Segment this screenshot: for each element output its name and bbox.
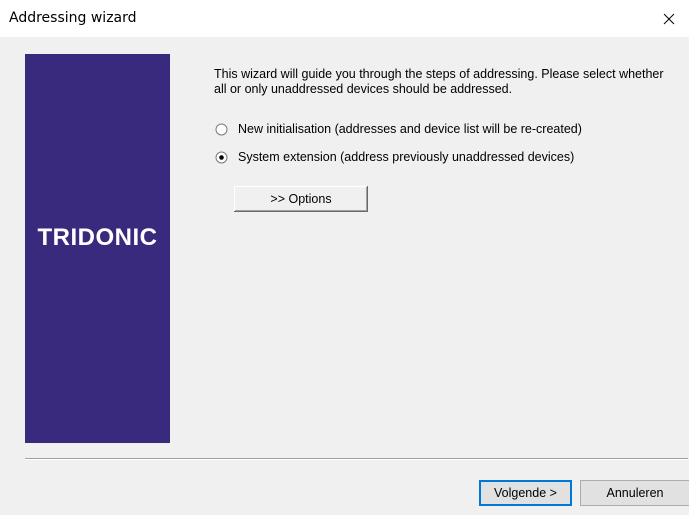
- radio-unchecked-icon[interactable]: [215, 123, 228, 136]
- radio-system-extension[interactable]: System extension (address previously una…: [215, 149, 574, 165]
- tridonic-logo: TRIDONIC: [37, 224, 158, 251]
- options-button[interactable]: >> Options: [234, 186, 368, 212]
- title-bar: Addressing wizard: [0, 0, 689, 37]
- intro-text: This wizard will guide you through the s…: [214, 67, 664, 96]
- radio-checked-icon[interactable]: [215, 151, 228, 164]
- tridonic-banner: TRIDONIC: [25, 54, 170, 443]
- radio-new-initialisation-label: New initialisation (addresses and device…: [238, 122, 582, 136]
- close-button[interactable]: [649, 0, 689, 37]
- radio-system-extension-label: System extension (address previously una…: [238, 150, 575, 164]
- cancel-button[interactable]: Annuleren: [580, 480, 689, 506]
- footer-separator: [25, 458, 688, 460]
- next-button[interactable]: Volgende >: [479, 480, 572, 506]
- window-title: Addressing wizard: [9, 10, 137, 26]
- addressing-wizard-dialog: Addressing wizard TRIDONIC This wizard w…: [0, 0, 689, 515]
- radio-new-initialisation[interactable]: New initialisation (addresses and device…: [215, 121, 582, 137]
- close-icon: [663, 13, 675, 25]
